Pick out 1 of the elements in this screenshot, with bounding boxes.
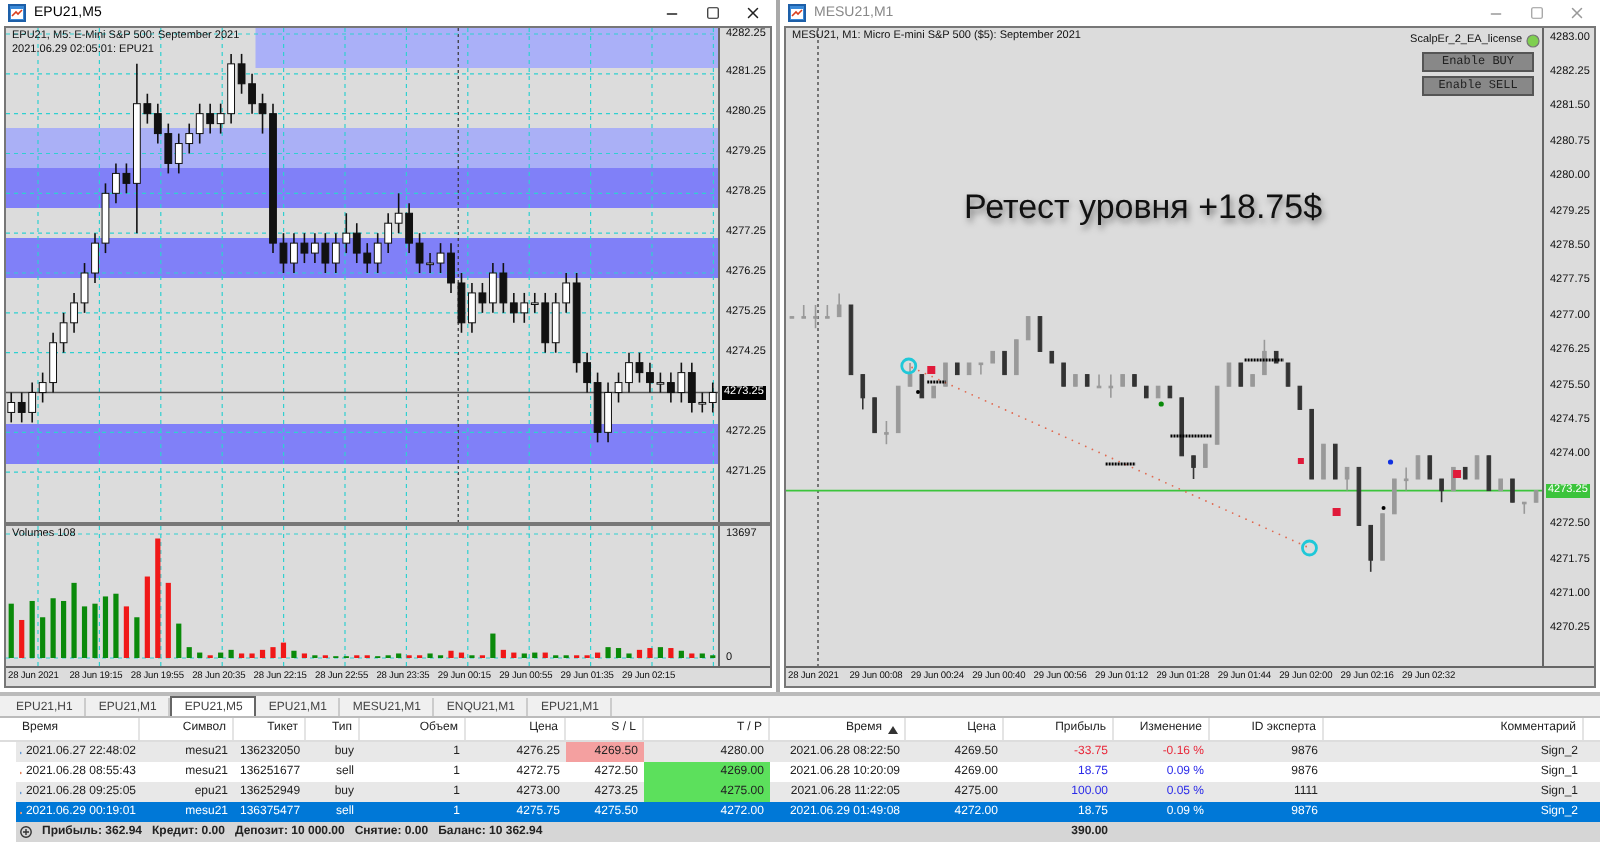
chart-caption: Ретест уровня +18.75$ — [964, 188, 1323, 228]
